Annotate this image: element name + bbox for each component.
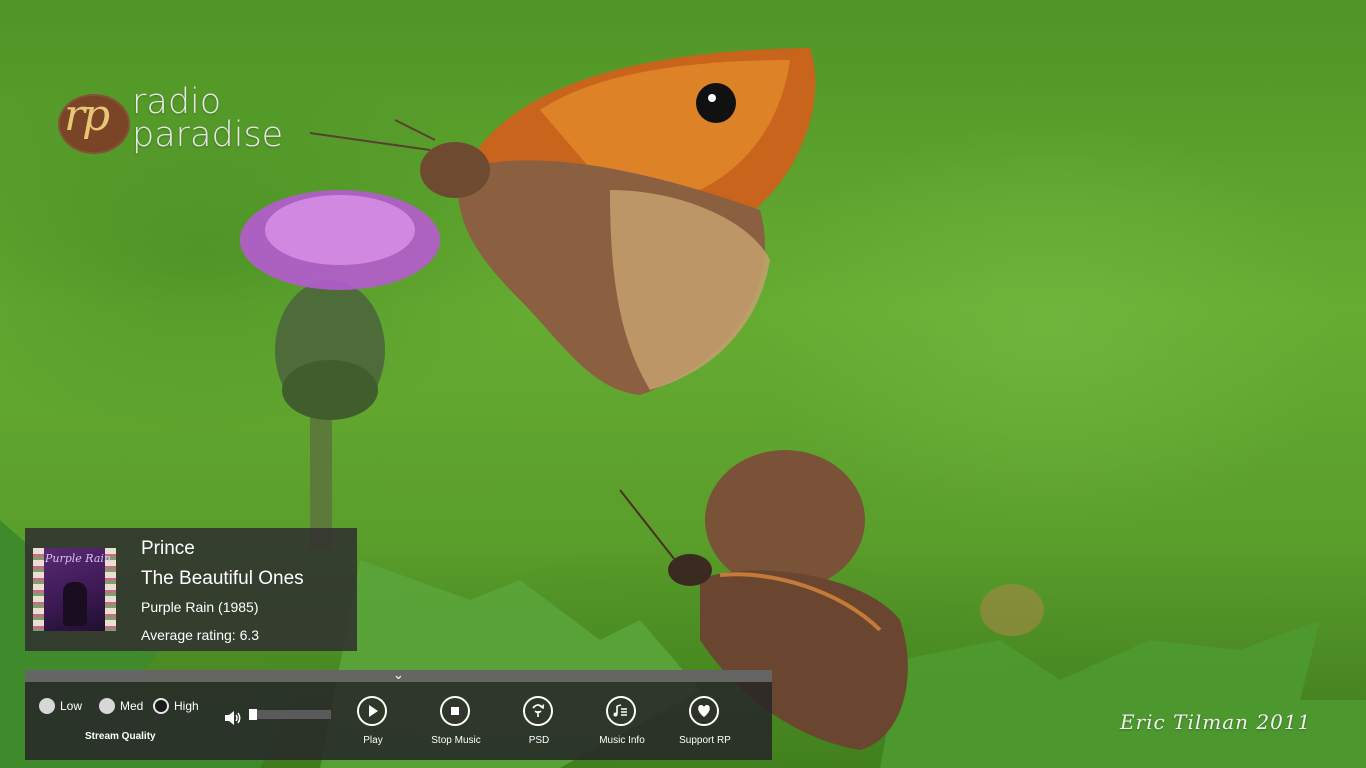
stop-icon (451, 707, 459, 715)
album-art-figure (63, 582, 87, 626)
support-rp-button[interactable]: Support RP (665, 696, 745, 754)
play-button-circle (357, 696, 387, 726)
logo-wordmark: radio paradise (132, 85, 284, 155)
player-control-bar: ⌄ Low Med High Stream Quality Play Stop … (25, 667, 772, 760)
music-info-icon (613, 704, 627, 717)
album-name: Purple Rain (1985) (141, 599, 259, 615)
radio-paradise-logo: rp radio paradise (58, 85, 298, 158)
logo-word-paradise: paradise (132, 115, 284, 155)
quality-high-radio[interactable] (153, 698, 169, 714)
average-rating: Average rating: 6.3 (141, 627, 260, 643)
music-info-button[interactable]: Music Info (582, 696, 662, 754)
volume-slider[interactable] (249, 709, 331, 720)
play-button-label: Play (363, 735, 383, 746)
psd-button-circle (523, 696, 553, 726)
stream-quality-caption: Stream Quality (85, 731, 156, 742)
album-art[interactable]: Purple Rain (33, 548, 116, 631)
photo-credit: Eric Tilman 2011 (1120, 710, 1312, 734)
quality-low-radio[interactable] (39, 698, 55, 714)
psd-button-label: PSD (528, 735, 550, 746)
now-playing-panel: Purple Rain Prince The Beautiful Ones Pu… (25, 528, 357, 651)
quality-option-low[interactable]: Low (39, 696, 82, 716)
music-info-button-label: Music Info (599, 735, 645, 746)
song-title: The Beautiful Ones (141, 568, 304, 589)
stop-music-button[interactable]: Stop Music (416, 696, 496, 754)
skip-psd-icon (532, 704, 545, 717)
speaker-icon[interactable] (223, 710, 243, 726)
chevron-down-icon: ⌄ (393, 667, 404, 682)
quality-med-radio[interactable] (99, 698, 115, 714)
logo-mark: rp (64, 90, 110, 141)
volume-slider-thumb[interactable] (249, 709, 257, 720)
album-art-border-left (33, 548, 44, 631)
psd-button[interactable]: PSD (499, 696, 579, 754)
artist-name: Prince (141, 538, 195, 559)
music-info-button-circle (606, 696, 636, 726)
quality-high-label: High (174, 699, 199, 713)
support-rp-button-circle (689, 696, 719, 726)
play-button[interactable]: Play (333, 696, 413, 754)
quality-option-high[interactable]: High (153, 696, 199, 716)
heart-icon (698, 705, 710, 717)
play-icon (369, 705, 378, 717)
quality-med-label: Med (120, 699, 144, 713)
quality-low-label: Low (60, 699, 83, 713)
quality-option-med[interactable]: Med (99, 696, 143, 716)
stop-music-button-label: Stop Music (431, 735, 481, 746)
collapse-toggle[interactable]: ⌄ (25, 667, 772, 682)
support-rp-button-label: Support RP (679, 735, 731, 746)
stop-button-circle (440, 696, 470, 726)
album-art-title: Purple Rain (45, 552, 112, 565)
